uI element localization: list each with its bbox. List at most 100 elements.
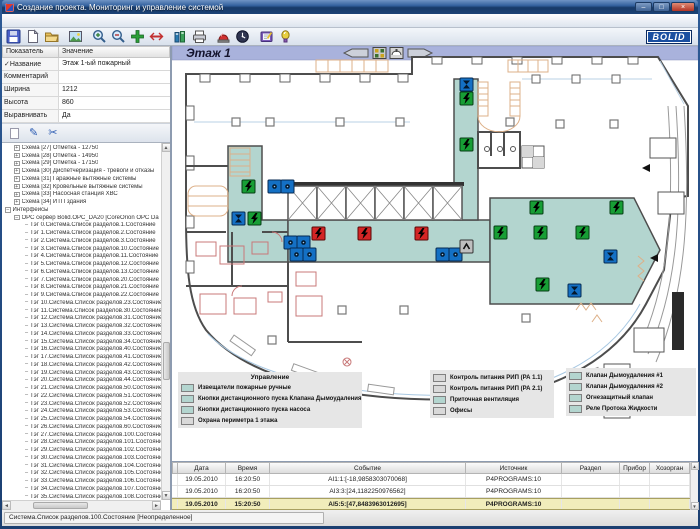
tree-horizontal-scrollbar[interactable]: ◄ ► xyxy=(2,500,161,510)
alarm-call-point-icon[interactable] xyxy=(415,227,428,240)
event-row[interactable]: 19.05.2010 16:20:50 AI1:1:[-18,985830307… xyxy=(172,474,698,486)
property-row[interactable]: Ширина 1212 xyxy=(2,84,170,97)
expand-icon[interactable]: – xyxy=(23,455,30,460)
col-date[interactable]: Дата xyxy=(178,462,226,474)
title-bar[interactable]: Создание проекта. Мониторинг и управлени… xyxy=(2,0,698,14)
manual-call-point-icon[interactable] xyxy=(536,278,549,291)
alarm-call-point-icon[interactable] xyxy=(312,227,325,240)
building-view-icon[interactable] xyxy=(373,48,386,59)
remote-start-button-icon[interactable] xyxy=(303,248,316,261)
alarm-call-point-icon[interactable] xyxy=(358,227,371,240)
expand-icon[interactable]: – xyxy=(23,316,30,321)
tree-item[interactable]: − OPC сервер Bolid.OPC_DA20 [CoreOrion O… xyxy=(2,214,161,222)
tree-item[interactable]: – Тэг 4.Система.Список разделов.11.Состо… xyxy=(2,253,161,261)
expand-icon[interactable]: – xyxy=(23,378,30,383)
expand-icon[interactable]: – xyxy=(23,479,30,484)
prop-col-value[interactable]: Значение xyxy=(59,46,170,58)
tree-item[interactable]: – Тэг 18.Система.Список разделов.42.Сост… xyxy=(2,361,161,369)
expand-icon[interactable]: − xyxy=(14,215,20,221)
expand-icon[interactable]: + xyxy=(14,176,20,182)
expand-icon[interactable]: – xyxy=(23,471,30,476)
scroll-thumb[interactable] xyxy=(163,342,170,380)
manual-call-point-icon[interactable] xyxy=(576,226,589,239)
help-button[interactable] xyxy=(276,28,295,45)
remote-start-button-icon[interactable] xyxy=(284,236,297,249)
minimize-button[interactable]: – xyxy=(635,2,652,12)
journal-button[interactable] xyxy=(257,28,276,45)
property-row[interactable]: Выравнивать Да xyxy=(2,110,170,123)
tree-item[interactable]: – Тэг 21.Система.Список разделов.50.Сост… xyxy=(2,384,161,392)
alarm-button[interactable] xyxy=(214,28,233,45)
tree-item[interactable]: – Тэг 28.Система.Список разделов.101.Сос… xyxy=(2,439,161,447)
expand-icon[interactable]: – xyxy=(23,417,30,422)
smoke-valve-icon[interactable] xyxy=(232,212,245,225)
manual-call-point-icon[interactable] xyxy=(248,212,261,225)
plan-canvas[interactable]: Этаж 1 xyxy=(172,46,698,461)
add-button[interactable] xyxy=(128,28,147,45)
expand-icon[interactable]: – xyxy=(23,401,30,406)
tree-item[interactable]: + Схема [27] Отметка - 12750 xyxy=(2,144,161,152)
smoke-valve-icon[interactable] xyxy=(460,78,473,91)
save-button[interactable] xyxy=(4,28,23,45)
remote-start-button-icon[interactable] xyxy=(436,248,449,261)
expand-icon[interactable]: – xyxy=(23,308,30,313)
event-row[interactable]: 19.05.2010 15:20:50 AI5:5:[47,8483963012… xyxy=(172,498,698,510)
expand-icon[interactable]: – xyxy=(23,486,30,491)
expand-icon[interactable]: – xyxy=(23,386,30,391)
scroll-thumb[interactable] xyxy=(33,502,88,509)
expand-icon[interactable]: – xyxy=(23,463,30,468)
col-section[interactable]: Раздел xyxy=(562,462,620,474)
tree-item[interactable]: + Схема [33] Насосная станция ХВС xyxy=(2,191,161,199)
expand-icon[interactable]: + xyxy=(14,168,20,174)
tree-item[interactable]: + Схема [29] Отметка - 17150 xyxy=(2,160,161,168)
expand-icon[interactable]: – xyxy=(23,440,30,445)
image-editor-button[interactable] xyxy=(66,28,85,45)
tree-item[interactable]: – Тэг 17.Система.Список разделов.41.Сост… xyxy=(2,353,161,361)
expand-icon[interactable]: – xyxy=(23,362,30,367)
tree-item[interactable]: – Тэг 3.Система.Список разделов.10.Состо… xyxy=(2,245,161,253)
expand-icon[interactable]: – xyxy=(23,293,30,298)
expand-icon[interactable]: – xyxy=(23,393,30,398)
expand-icon[interactable]: + xyxy=(14,161,20,167)
tree-item[interactable]: – Тэг 25.Система.Список разделов.54.Сост… xyxy=(2,415,161,423)
expand-icon[interactable]: – xyxy=(23,331,30,336)
expand-icon[interactable]: + xyxy=(14,199,20,205)
close-button[interactable]: × xyxy=(671,2,695,12)
scroll-left-icon[interactable]: ◄ xyxy=(2,501,11,510)
expand-icon[interactable]: – xyxy=(23,300,30,305)
tree-item[interactable]: – Тэг 16.Система.Список разделов.40.Сост… xyxy=(2,346,161,354)
tree-item[interactable]: − Интерфейсы xyxy=(2,206,161,214)
event-row[interactable]: 19.05.2010 16:20:50 AI3:3:[24,1182250976… xyxy=(172,486,698,498)
expand-icon[interactable]: – xyxy=(23,254,30,259)
smoke-valve-icon[interactable] xyxy=(604,250,617,263)
expand-icon[interactable]: – xyxy=(23,324,30,329)
col-time[interactable]: Время xyxy=(226,462,270,474)
expand-icon[interactable]: – xyxy=(23,269,30,274)
tree-item[interactable]: – Тэг 30.Система.Список разделов.103.Сос… xyxy=(2,454,161,462)
expand-icon[interactable]: − xyxy=(5,207,11,213)
smoke-valve-icon[interactable] xyxy=(568,284,581,297)
expand-icon[interactable]: + xyxy=(14,184,20,190)
open-folder-button[interactable] xyxy=(42,28,61,45)
expand-icon[interactable]: – xyxy=(23,409,30,414)
expand-icon[interactable]: – xyxy=(23,246,30,251)
prop-col-name[interactable]: Показатель xyxy=(2,46,59,58)
expand-icon[interactable]: – xyxy=(23,223,30,228)
tree-item[interactable]: – Тэг 24.Система.Список разделов.53.Сост… xyxy=(2,408,161,416)
new-page-icon[interactable] xyxy=(10,128,19,139)
expand-icon[interactable]: + xyxy=(14,153,20,159)
property-row[interactable]: Высота 860 xyxy=(2,97,170,110)
scroll-up-icon[interactable]: ▲ xyxy=(691,462,699,470)
tree-item[interactable]: – Тэг 6.Система.Список разделов.13.Состо… xyxy=(2,268,161,276)
tree-item[interactable]: – Тэг 12.Система.Список разделов.31.Сост… xyxy=(2,315,161,323)
manual-call-point-icon[interactable] xyxy=(460,138,473,151)
scroll-down-icon[interactable]: ▼ xyxy=(162,491,171,500)
library-button[interactable] xyxy=(171,28,190,45)
event-log-scrollbar[interactable]: ▲ ▼ xyxy=(690,462,698,510)
expand-icon[interactable]: – xyxy=(23,432,30,437)
tree-item[interactable]: + Схема [28] Отметка - 14950 xyxy=(2,152,161,160)
manual-call-point-icon[interactable] xyxy=(530,201,543,214)
vent-unit-icon[interactable] xyxy=(460,240,473,253)
zoom-out-button[interactable] xyxy=(109,28,128,45)
tree-item[interactable]: – Тэг 35.Система.Список разделов.108.Сос… xyxy=(2,493,161,500)
